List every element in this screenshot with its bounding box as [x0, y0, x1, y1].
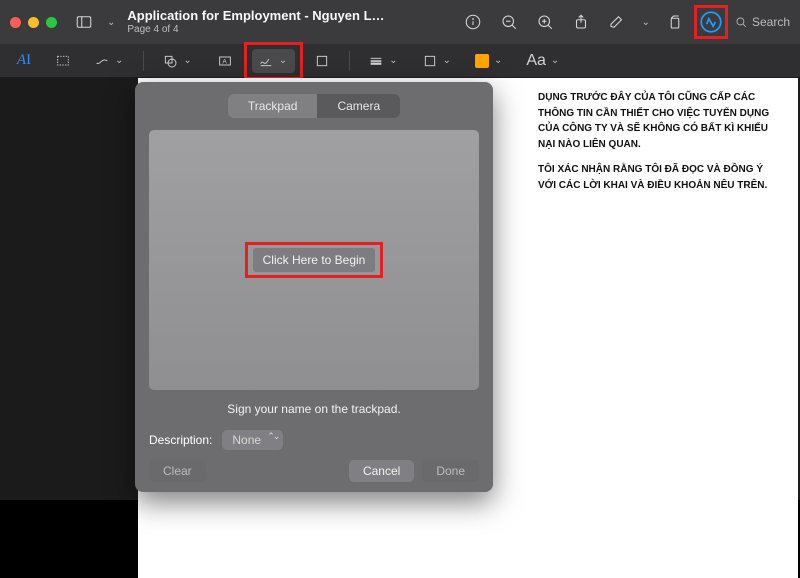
title-block: Application for Employment - Nguyen Le..…	[127, 9, 387, 35]
text-style-tool[interactable]: Aa⌄	[522, 49, 565, 73]
window-controls	[10, 17, 57, 28]
separator	[143, 51, 144, 71]
description-select[interactable]: None	[222, 430, 283, 450]
document-text: DỤNG TRƯỚC ĐÂY CỦA TÔI CŨNG CẤP CÁC THÔN…	[538, 90, 780, 152]
color-swatch-icon	[475, 54, 489, 68]
sign-tool[interactable]: ⌄	[252, 49, 295, 73]
separator	[349, 51, 350, 71]
chevron-down-icon[interactable]: ⌄	[640, 17, 652, 28]
info-button[interactable]	[460, 9, 486, 35]
note-tool[interactable]	[309, 49, 335, 73]
description-label: Description:	[149, 433, 212, 447]
border-color-tool[interactable]: ⌄	[418, 49, 457, 73]
rotate-button[interactable]	[662, 9, 688, 35]
text-style-label: Aa	[526, 52, 546, 70]
svg-text:A: A	[222, 58, 227, 65]
signature-instruction: Sign your name on the trackpad.	[149, 402, 479, 416]
begin-signature-button[interactable]: Click Here to Begin	[253, 248, 376, 272]
toolbar-group-view: ⌄ Search	[460, 9, 790, 35]
sidebar-toggle-button[interactable]	[71, 9, 97, 35]
page-indicator: Page 4 of 4	[127, 24, 387, 36]
signature-source-tabs: Trackpad Camera	[228, 94, 400, 118]
clear-button[interactable]: Clear	[149, 460, 206, 482]
chevron-down-icon[interactable]: ⌄	[105, 17, 117, 28]
tab-camera[interactable]: Camera	[317, 94, 400, 118]
document-title: Application for Employment - Nguyen Le..…	[127, 9, 387, 24]
markup-toggle-button[interactable]	[698, 9, 724, 35]
search-placeholder: Search	[752, 15, 790, 29]
fullscreen-window-button[interactable]	[46, 17, 57, 28]
text-tool[interactable]: A	[212, 49, 238, 73]
share-button[interactable]	[568, 9, 594, 35]
close-window-button[interactable]	[10, 17, 21, 28]
signature-canvas[interactable]: Click Here to Begin	[149, 130, 479, 390]
tab-trackpad[interactable]: Trackpad	[228, 94, 318, 118]
fill-color-tool[interactable]: ⌄	[471, 49, 508, 73]
text-selection-tool[interactable]: AI	[12, 52, 36, 69]
search-field[interactable]: Search	[734, 15, 790, 29]
window-titlebar: ⌄ Application for Employment - Nguyen Le…	[0, 0, 800, 44]
zoom-in-button[interactable]	[532, 9, 558, 35]
zoom-out-button[interactable]	[496, 9, 522, 35]
cancel-button[interactable]: Cancel	[349, 460, 414, 482]
document-right-column: DỤNG TRƯỚC ĐÂY CỦA TÔI CŨNG CẤP CÁC THÔN…	[538, 90, 780, 203]
shapes-tool[interactable]: ⌄	[158, 49, 197, 73]
rectangle-select-tool[interactable]	[50, 49, 76, 73]
done-button[interactable]: Done	[422, 460, 479, 482]
border-style-tool[interactable]: ⌄	[364, 49, 403, 73]
markup-toolbar: AI ⌄ ⌄ A ⌄ ⌄ ⌄ ⌄ Aa⌄	[0, 44, 800, 78]
document-text: TÔI XÁC NHẬN RẰNG TÔI ĐÃ ĐỌC VÀ ĐỒNG Ý V…	[538, 162, 780, 193]
minimize-window-button[interactable]	[28, 17, 39, 28]
signature-popover: Trackpad Camera Click Here to Begin Sign…	[135, 82, 493, 492]
sketch-tool[interactable]: ⌄	[90, 49, 129, 73]
highlight-tool-button[interactable]	[604, 9, 630, 35]
